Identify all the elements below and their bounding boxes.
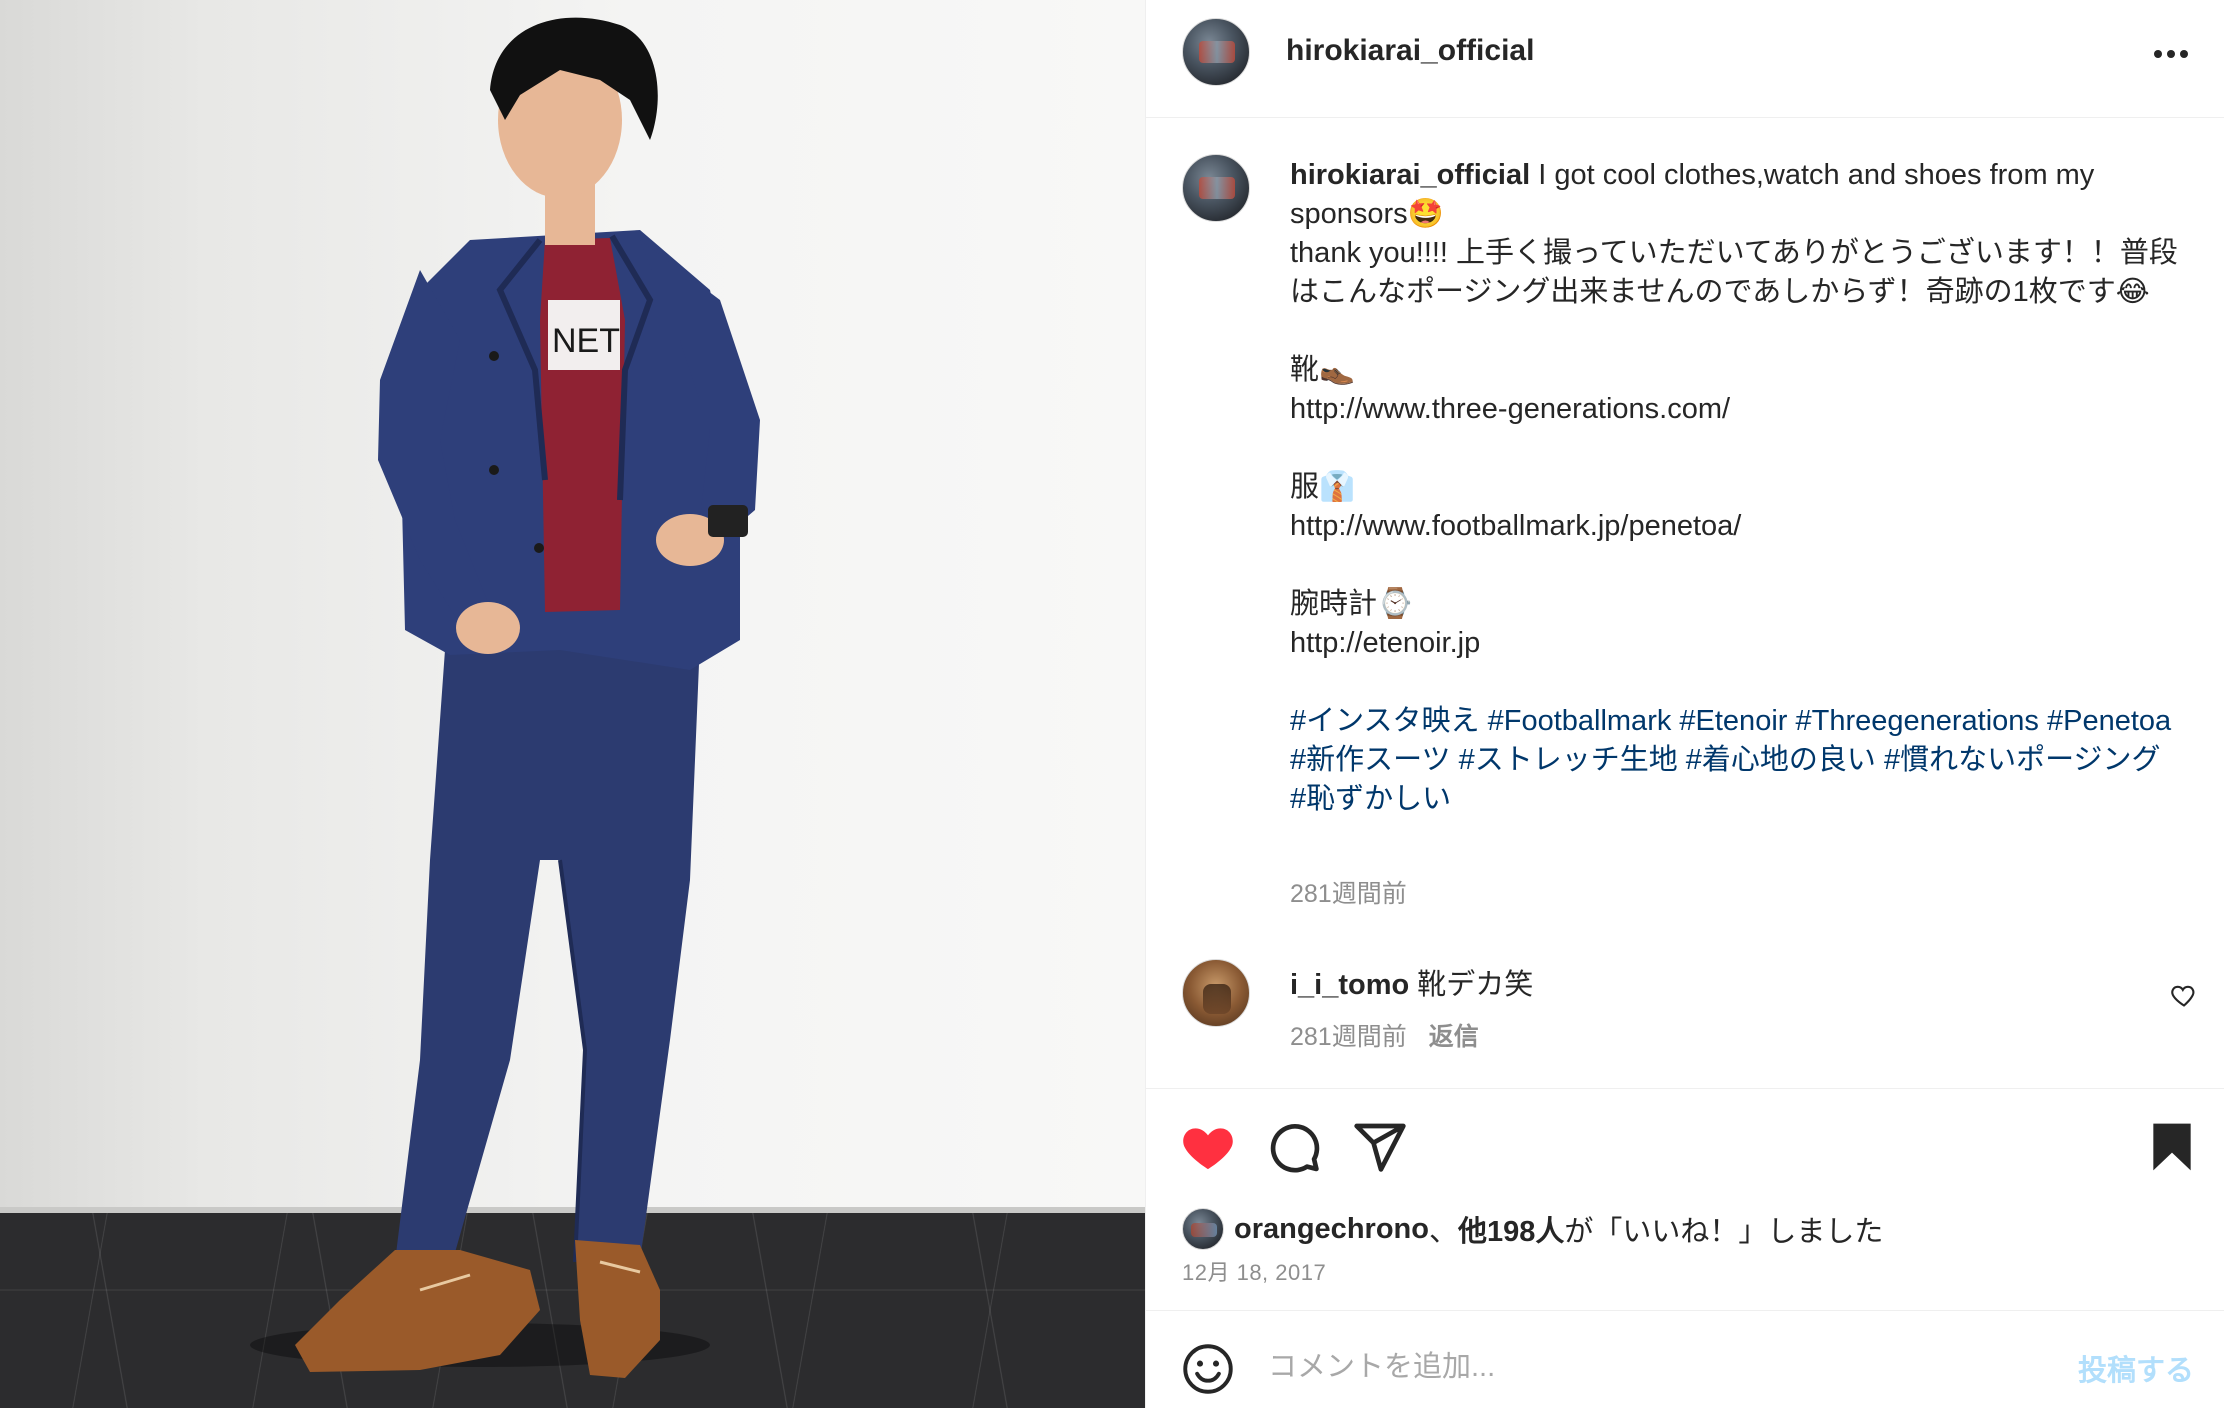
watch-link[interactable]: http://etenoir.jp [1290,627,1480,659]
post-sidebar: hirokiarai_official hirokiarai_official … [1145,0,2224,1408]
shoes-link[interactable]: http://www.three-generations.com/ [1290,393,1730,425]
clothes-link[interactable]: http://www.footballmark.jp/penetoa/ [1290,510,1741,542]
caption-username[interactable]: hirokiarai_official [1290,159,1530,191]
add-comment-bar: 投稿する [1146,1310,2224,1408]
post-photo[interactable]: NET [0,0,1145,1408]
comment-text: 靴デカ笑 [1409,969,1534,1001]
comment-meta: 281週間前 返信 [1290,1017,1479,1053]
liker-avatar[interactable] [1182,1208,1224,1250]
others-count[interactable]: 他198人 [1458,1208,1564,1250]
caption-time-ago: 281週間前 [1290,880,1407,908]
caption-clothes-heading: 服👔 [1290,471,1356,503]
author-username[interactable]: hirokiarai_official [1286,34,1534,68]
heart-filled-icon[interactable] [1180,1119,1236,1175]
bookmark-filled-icon[interactable] [2144,1119,2200,1175]
post-header: hirokiarai_official [1146,0,2224,118]
author-avatar[interactable] [1182,18,1250,86]
smiley-icon[interactable] [1182,1343,1234,1395]
reply-button[interactable]: 返信 [1429,1023,1479,1051]
comment-time-ago: 281週間前 [1290,1023,1407,1051]
comment-item: i_i_tomo 靴デカ笑 281週間前 返信 [1146,953,2224,1083]
comment-body: i_i_tomo 靴デカ笑 [1290,961,1533,1003]
likes-summary[interactable]: orangechrono、他198人 が「いいね！」しました [1182,1207,1883,1251]
post-date: 12月 18, 2017 [1182,1260,1327,1285]
caption-block: hirokiarai_official I got cool clothes,w… [1146,118,2224,1078]
person-figure: NET [250,17,760,1378]
likes-suffix: が「いいね！」しました [1564,1216,1884,1248]
action-bar: orangechrono、他198人 が「いいね！」しました 12月 18, 20… [1146,1088,2224,1308]
caption-watch-heading: 腕時計⌚ [1290,588,1414,620]
caption-author-avatar[interactable] [1182,154,1250,222]
hashtags[interactable]: #インスタ映え #Footballmark #Etenoir #Threegen… [1290,705,2179,815]
commenter-username[interactable]: i_i_tomo [1290,969,1409,1001]
commenter-avatar[interactable] [1182,959,1250,1027]
speech-bubble-icon[interactable] [1266,1119,1322,1175]
more-options-icon[interactable] [2154,50,2188,58]
heart-outline-icon[interactable] [2170,981,2198,1009]
first-liker[interactable]: orangechrono [1234,1213,1429,1246]
likes-separator: 、 [1428,1216,1458,1248]
post-comment-button[interactable]: 投稿する [2078,1347,2194,1389]
paper-plane-icon[interactable] [1352,1119,1408,1175]
caption-body: I got cool clothes,watch and shoes from … [1290,159,2178,386]
comment-input[interactable] [1268,1341,2028,1393]
svg-text:NET: NET [552,322,620,360]
caption-text: hirokiarai_official I got cool clothes,w… [1290,156,2180,819]
